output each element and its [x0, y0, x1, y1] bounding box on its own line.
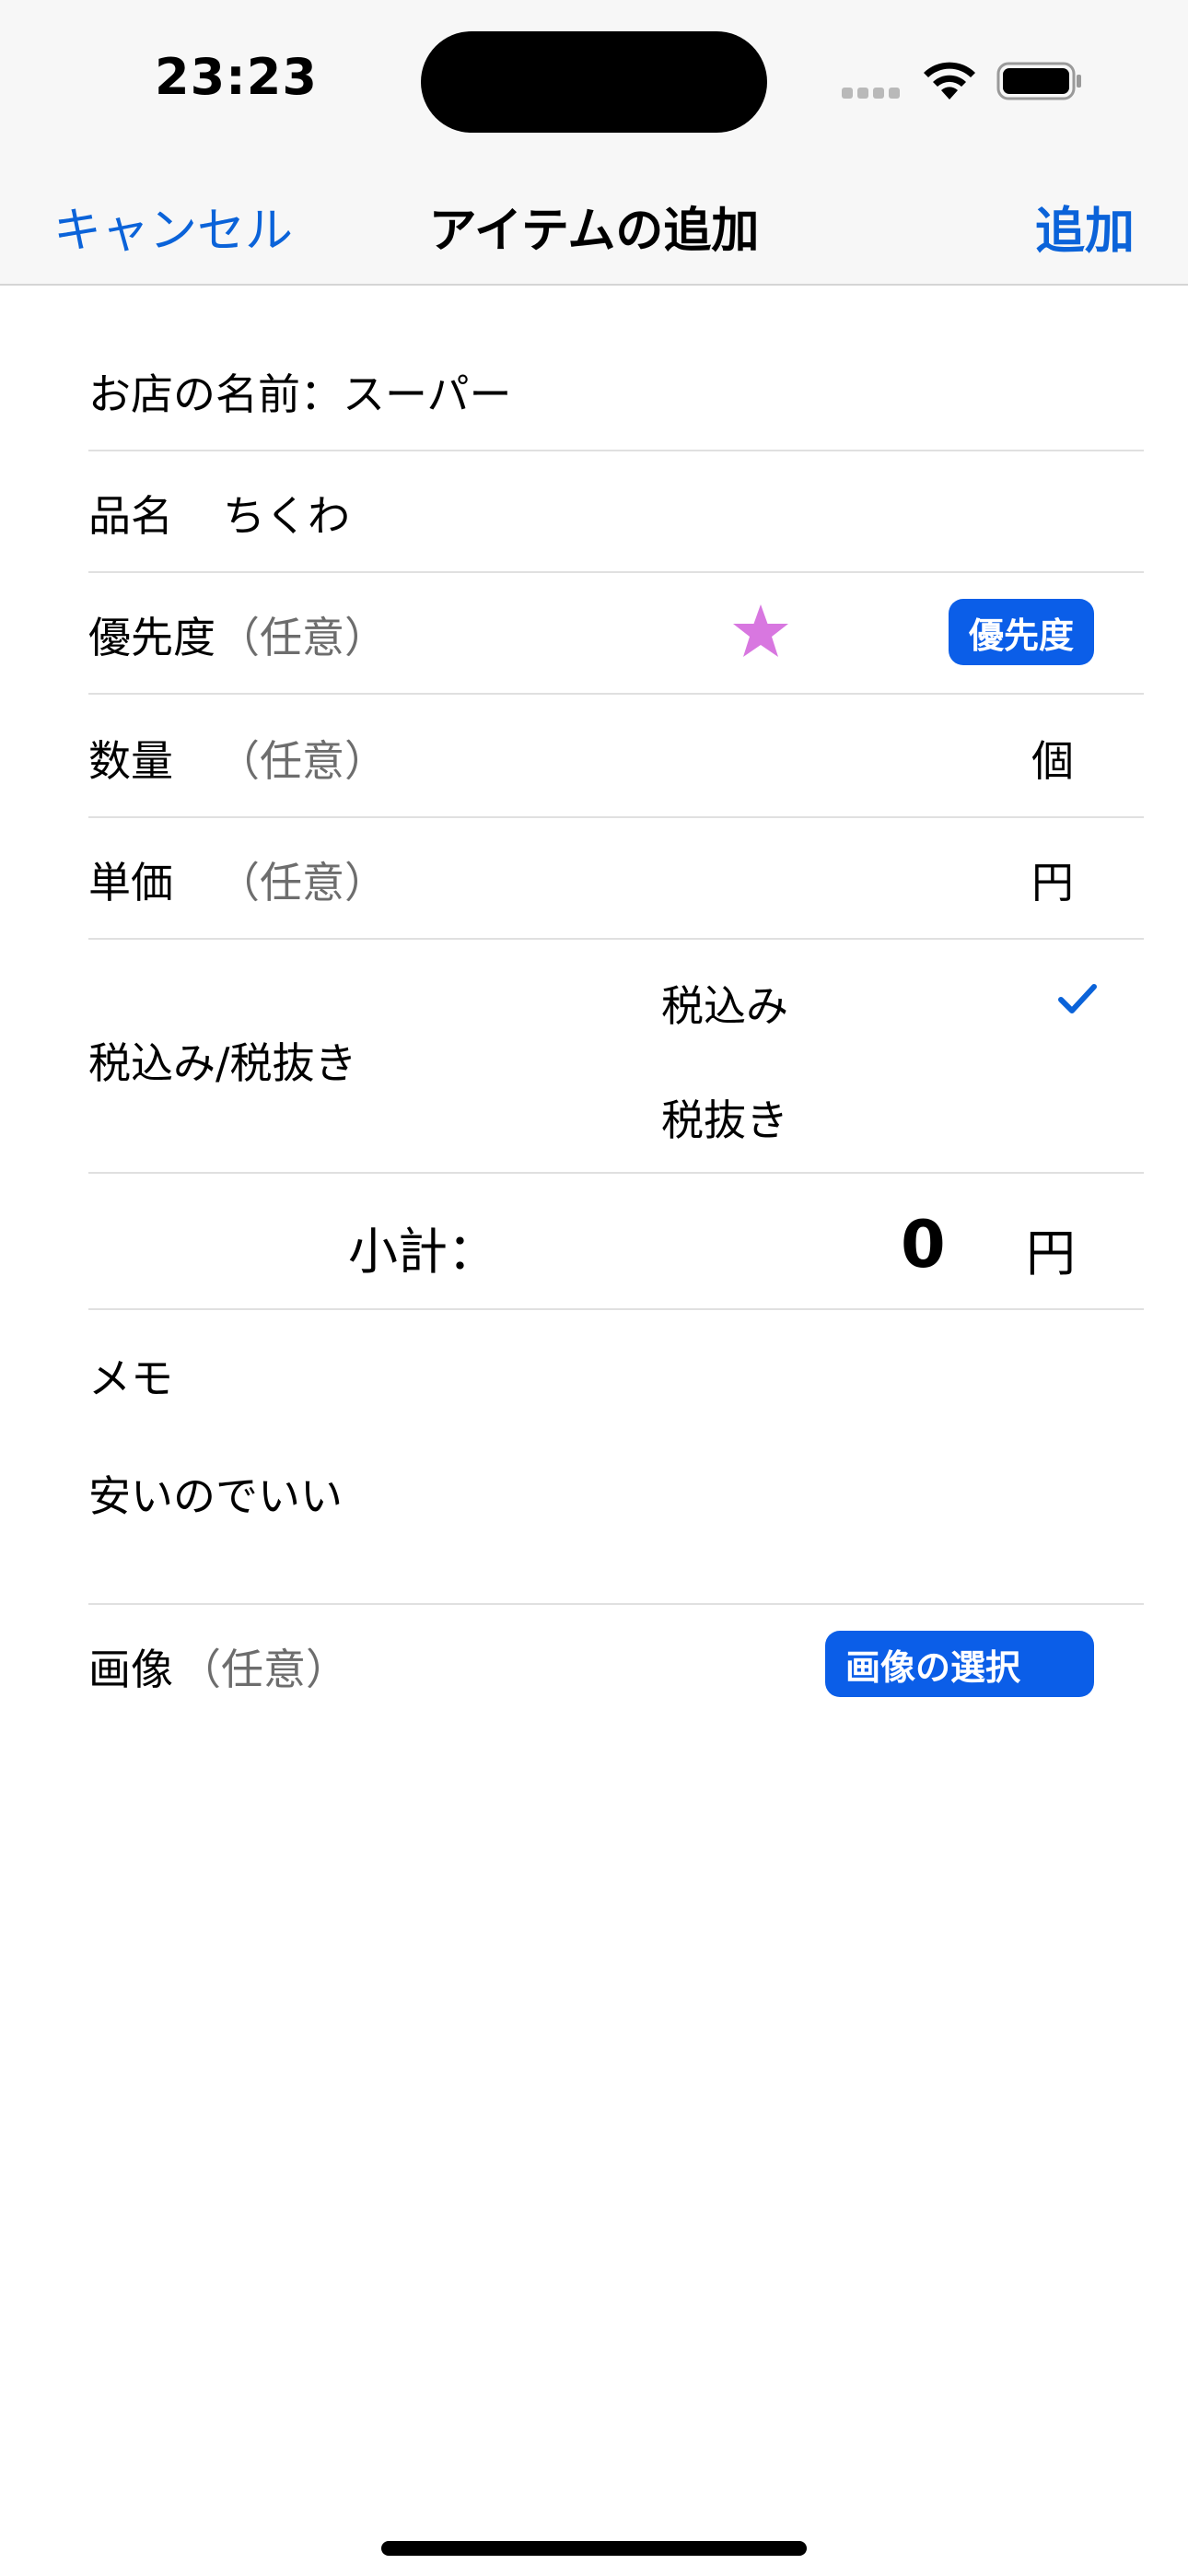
- priority-button[interactable]: 優先度: [949, 599, 1094, 665]
- battery-icon: [996, 62, 1081, 100]
- item-name-field[interactable]: ちくわ: [223, 483, 350, 544]
- memo-field[interactable]: 安いのでいい: [88, 1463, 343, 1524]
- unit-price-optional-placeholder[interactable]: （任意）: [217, 849, 387, 910]
- subtotal-row: 小計： 0 円: [88, 1174, 1144, 1310]
- wifi-icon: [924, 62, 975, 100]
- store-row: お店の名前：スーパー: [88, 324, 1144, 451]
- priority-optional-label: （任意）: [217, 613, 387, 662]
- select-image-button[interactable]: 画像の選択: [825, 1631, 1094, 1697]
- image-optional-label: （任意）: [179, 1645, 348, 1694]
- store-name-text: お店の名前：スーパー: [88, 369, 512, 419]
- star-icon[interactable]: [731, 603, 790, 660]
- quantity-row[interactable]: 数量 （任意） 個: [88, 695, 1144, 818]
- tax-included-option[interactable]: 税込み: [661, 973, 788, 1034]
- status-icons: [842, 57, 1090, 103]
- checkmark-icon: [1058, 984, 1097, 1013]
- item-name-label: 品名: [88, 491, 173, 541]
- subtotal-value: 0: [901, 1207, 946, 1282]
- unit-price-label: 単価: [88, 858, 173, 907]
- home-indicator[interactable]: [381, 2541, 807, 2556]
- priority-row: 優先度 （任意） 優先度: [88, 573, 1144, 695]
- dynamic-island: [421, 31, 767, 133]
- tax-row: 税込み/税抜き 税込み 税抜き: [88, 940, 1144, 1174]
- subtotal-label: 小計：: [348, 1223, 497, 1281]
- image-label: 画像: [88, 1645, 173, 1694]
- quantity-unit: 個: [1031, 736, 1074, 786]
- item-name-row[interactable]: 品名 ちくわ: [88, 451, 1144, 573]
- status-time: 23:23: [155, 48, 318, 106]
- add-button[interactable]: 追加: [1035, 190, 1135, 263]
- subtotal-unit: 円: [1026, 1224, 1076, 1282]
- memo-label: メモ: [88, 1353, 173, 1403]
- page-title: アイテムの追加: [428, 204, 760, 259]
- image-row: 画像 （任意） 画像の選択: [88, 1605, 1144, 1725]
- tax-excluded-option[interactable]: 税抜き: [661, 1087, 788, 1148]
- unit-price-row[interactable]: 単価 （任意） 円: [88, 818, 1144, 940]
- unit-price-unit: 円: [1031, 858, 1074, 907]
- priority-label: 優先度: [88, 613, 215, 662]
- tax-label: 税込み/税抜き: [88, 1038, 357, 1088]
- memo-row[interactable]: メモ 安いのでいい: [88, 1310, 1144, 1605]
- navigation-bar: 23:23 キャンセル アイテムの追加 追加: [0, 0, 1188, 286]
- quantity-optional-placeholder[interactable]: （任意）: [217, 728, 387, 789]
- quantity-label: 数量: [88, 736, 173, 786]
- signal-icon: [842, 85, 904, 102]
